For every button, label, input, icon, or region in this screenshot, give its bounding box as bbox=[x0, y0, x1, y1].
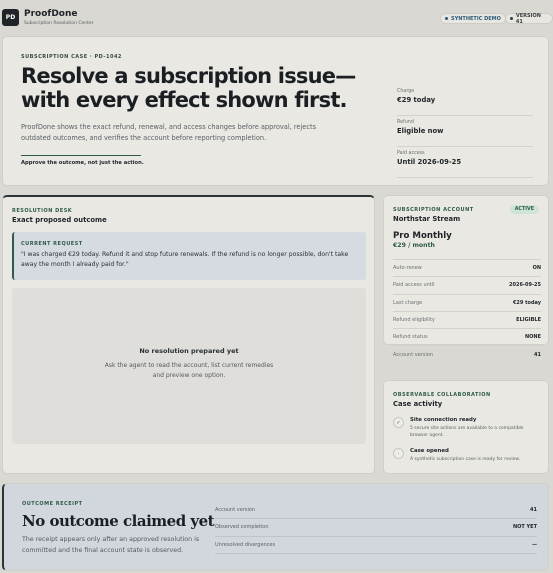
status-dot-icon bbox=[510, 17, 513, 20]
receipt-row: Account version 41 bbox=[215, 502, 537, 520]
collab-eyebrow: OBSERVABLE COLLABORATION bbox=[393, 392, 491, 398]
dot-icon: · bbox=[393, 448, 404, 459]
badge-label: SYNTHETIC DEMO bbox=[451, 15, 501, 22]
empty-text: Ask the agent to read the account, list … bbox=[104, 362, 274, 379]
receipt-description: The receipt appears only after an approv… bbox=[22, 536, 200, 554]
case-activity-card: OBSERVABLE COLLABORATION Case activity ✓… bbox=[383, 380, 549, 474]
receipt-label: Unresolved divergences bbox=[215, 541, 276, 548]
hero-divider bbox=[21, 155, 141, 156]
outcome-receipt: OUTCOME RECEIPT No outcome claimed yet T… bbox=[2, 483, 549, 571]
activity-detail: 5 secure site actions are available to a… bbox=[410, 426, 524, 438]
receipt-label: Account version bbox=[215, 507, 256, 514]
desk-title: Exact proposed outcome bbox=[12, 216, 107, 224]
status-dot-icon bbox=[445, 17, 448, 20]
activity-title: Site connection ready bbox=[410, 417, 477, 423]
fact-value: Eligible now bbox=[397, 127, 444, 135]
detail-row: Auto-renew ON bbox=[393, 259, 541, 276]
fact-label: Paid access bbox=[397, 151, 425, 156]
receipt-title: No outcome claimed yet bbox=[22, 512, 215, 530]
account-eyebrow: SUBSCRIPTION ACCOUNT bbox=[393, 207, 474, 213]
detail-row: Refund status NONE bbox=[393, 328, 541, 345]
request-label: CURRENT REQUEST bbox=[21, 241, 83, 247]
fact-label: Refund bbox=[397, 120, 414, 125]
fact-paid-access: Paid access Until 2026-09-25 bbox=[397, 147, 533, 178]
detail-label: Refund status bbox=[393, 334, 428, 341]
detail-value: NONE bbox=[524, 334, 541, 341]
receipt-value: NOT YET bbox=[512, 524, 537, 531]
account-details: Auto-renew ON Paid access until 2026-09-25… bbox=[393, 259, 541, 363]
activity-detail: A synthetic subscription case is ready f… bbox=[410, 457, 521, 462]
request-text: "I was charged €29 today. Refund it and … bbox=[21, 251, 349, 268]
detail-row: Paid access until 2026-09-25 bbox=[393, 276, 541, 293]
receipt-label: Observed completion bbox=[215, 524, 269, 531]
version-badge: VERSION 41 bbox=[505, 12, 553, 25]
brand-logo: PD bbox=[2, 9, 19, 26]
detail-value: ELIGIBLE bbox=[516, 317, 541, 324]
detail-value: 41 bbox=[534, 351, 541, 358]
hero-card: SUBSCRIPTION CASE · PD-1042 Resolve a su… bbox=[2, 36, 549, 186]
receipt-details: Account version 41 Observed completion NOT… bbox=[215, 502, 537, 554]
detail-label: Last charge bbox=[393, 299, 423, 306]
detail-value: €29 today bbox=[512, 299, 541, 306]
collab-title: Case activity bbox=[393, 400, 443, 408]
brand-name: ProofDone bbox=[24, 9, 78, 19]
badge-label: VERSION 41 bbox=[515, 12, 541, 25]
check-icon: ✓ bbox=[393, 417, 404, 428]
desk-eyebrow: RESOLUTION DESK bbox=[12, 208, 73, 214]
detail-label: Paid access until bbox=[393, 282, 435, 289]
case-facts: Charge €29 today Refund Eligible now Pai… bbox=[397, 85, 533, 178]
current-request: CURRENT REQUEST "I was charged €29 today… bbox=[12, 232, 366, 280]
detail-label: Auto-renew bbox=[393, 265, 422, 272]
empty-resolution-state: No resolution prepared yet Ask the agent… bbox=[12, 288, 366, 444]
detail-label: Refund eligibility bbox=[393, 317, 435, 324]
detail-row: Refund eligibility ELIGIBLE bbox=[393, 310, 541, 328]
receipt-row: Unresolved divergences — bbox=[215, 537, 537, 554]
fact-refund: Refund Eligible now bbox=[397, 116, 533, 147]
case-eyebrow: SUBSCRIPTION CASE · PD-1042 bbox=[21, 54, 122, 60]
synthetic-demo-badge: SYNTHETIC DEMO bbox=[440, 13, 506, 24]
fact-value: Until 2026-09-25 bbox=[397, 158, 462, 166]
top-bar: PD ProofDone Subscription Resolution Cen… bbox=[0, 0, 553, 34]
hero-headline: Resolve a subscription issue—with every … bbox=[21, 64, 356, 112]
fact-value: €29 today bbox=[397, 96, 436, 104]
status-badge: ACTIVE bbox=[509, 205, 539, 214]
fact-label: Charge bbox=[397, 89, 415, 94]
activity-title: Case opened bbox=[410, 448, 449, 454]
receipt-value: 41 bbox=[530, 507, 537, 514]
resolution-desk: RESOLUTION DESK Exact proposed outcome C… bbox=[2, 195, 375, 474]
receipt-eyebrow: OUTCOME RECEIPT bbox=[22, 501, 83, 507]
plan-name: Pro Monthly bbox=[393, 231, 452, 241]
detail-row: Last charge €29 today bbox=[393, 293, 541, 311]
fact-charge: Charge €29 today bbox=[397, 85, 533, 116]
subscription-account-card: SUBSCRIPTION ACCOUNT Northstar Stream AC… bbox=[383, 195, 549, 358]
plan-price: €29 / month bbox=[393, 242, 435, 249]
account-name: Northstar Stream bbox=[393, 215, 461, 223]
empty-title: No resolution prepared yet bbox=[139, 347, 239, 355]
receipt-row: Observed completion NOT YET bbox=[215, 519, 537, 537]
detail-row: Account version 41 bbox=[393, 345, 541, 362]
detail-value: ON bbox=[532, 265, 541, 272]
hero-description: ProofDone shows the exact refund, renewa… bbox=[21, 123, 316, 142]
brand-subtitle: Subscription Resolution Center bbox=[24, 21, 94, 26]
detail-value: 2026-09-25 bbox=[509, 282, 541, 289]
detail-label: Account version bbox=[393, 351, 434, 358]
receipt-value: — bbox=[532, 541, 537, 548]
hero-tagline: Approve the outcome, not just the action… bbox=[21, 160, 144, 166]
